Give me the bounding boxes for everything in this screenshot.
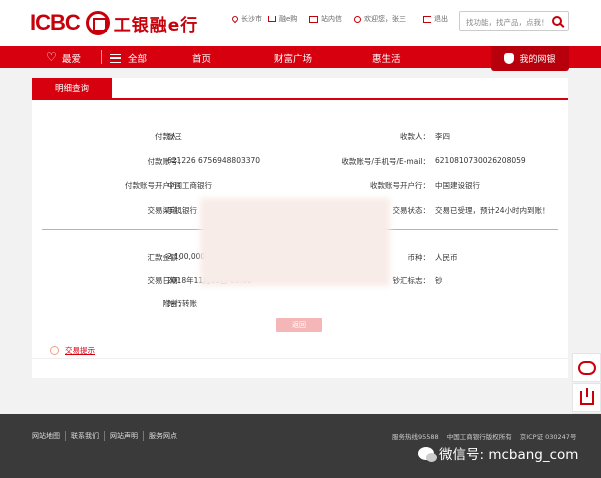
nav-home[interactable]: 首页: [192, 51, 211, 65]
payee-bank-value: 中国建设银行: [435, 181, 480, 190]
transaction-tips[interactable]: 交易提示: [50, 345, 95, 356]
my-bank-button[interactable]: 我的网银: [491, 46, 569, 71]
status-value: 交易已受理，预计24小时内到账！: [435, 206, 550, 215]
wechat-icon: [418, 446, 437, 462]
user-icon: [354, 15, 361, 23]
nav-wealth[interactable]: 财富广场: [274, 51, 312, 65]
inbox-label: 站内信: [321, 15, 342, 23]
note-value: 跨行转账: [167, 299, 197, 308]
inbox-link[interactable]: 站内信: [309, 14, 342, 24]
download-button[interactable]: [572, 383, 601, 412]
icbc-logo[interactable]: ICBC 工银融e行: [30, 10, 198, 36]
icbc-mark-icon: [85, 11, 110, 35]
menu-icon: [110, 53, 121, 63]
shop-label: 融e购: [279, 15, 298, 23]
currency-label: 币种：: [407, 253, 431, 262]
currency-value: 人民币: [435, 253, 458, 262]
payee-account-value: 6210810730026208059: [435, 156, 526, 165]
search-placeholder: 找功能，找产品，点我！: [466, 18, 549, 27]
tab-detail-query[interactable]: 明细查询: [32, 78, 112, 100]
city-selector[interactable]: 长沙市: [230, 14, 262, 24]
nav-favorites-label: 最爱: [62, 54, 82, 65]
tips-divider: [32, 358, 568, 359]
chat-icon: [577, 360, 596, 375]
money-bag-icon: [504, 53, 515, 64]
lightbulb-icon: [50, 346, 59, 355]
main-nav: 最爱 全部 首页 财富广场 惠生活 我的网银: [0, 46, 601, 71]
hotline: 服务热线95588: [392, 433, 439, 441]
tab-bar: 明细查询: [32, 78, 568, 100]
top-bar: ICBC 工银融e行 长沙市 融e购 站内信 欢迎您，张三 退出 找功能，找产品…: [0, 0, 601, 46]
welcome-user[interactable]: 欢迎您，张三: [354, 14, 406, 24]
welcome-label: 欢迎您，张三: [364, 15, 406, 23]
payee-label: 收款人：: [400, 132, 430, 141]
watermark: 微信号: mcbang_com: [418, 443, 578, 463]
search-input[interactable]: 找功能，找产品，点我！: [459, 11, 569, 31]
cash-flag-value: 钞: [435, 276, 443, 285]
channel-value: 手机银行: [167, 206, 197, 215]
nav-favorites[interactable]: 最爱: [46, 50, 82, 66]
search-icon[interactable]: [552, 16, 562, 26]
footer-link-contact[interactable]: 联系我们: [66, 431, 105, 441]
heart-icon: [46, 50, 57, 64]
payee-account-label: 收款账号/手机号/E-mail：: [341, 157, 430, 166]
shop-link[interactable]: 融e购: [268, 14, 297, 24]
nav-home-label: 首页: [192, 54, 212, 65]
payer-account-value: 621226 6756948803370: [167, 156, 261, 165]
payer-value: 张三: [167, 132, 182, 141]
payee-value: 李四: [435, 132, 450, 141]
payer-bank-value: 中国工商银行: [167, 181, 212, 190]
cart-icon: [268, 16, 276, 22]
nav-life-label: 惠生活: [372, 54, 401, 65]
my-bank-label: 我的网银: [519, 55, 556, 65]
cash-flag-label: 钞汇标志：: [392, 276, 431, 285]
nav-all[interactable]: 全部: [110, 51, 147, 65]
footer-info: 服务热线95588 中国工商银行版权所有 京ICP证 030247号: [392, 431, 576, 441]
blur-overlay: [200, 198, 390, 286]
logout-label: 退出: [434, 15, 448, 23]
copyright: 中国工商银行版权所有: [446, 433, 512, 441]
footer-link-branches[interactable]: 服务网点: [144, 431, 182, 441]
tips-label: 交易提示: [65, 346, 95, 355]
logo-cn: 工银融e行: [113, 15, 199, 36]
customer-service-button[interactable]: [572, 353, 601, 382]
icp-number: 京ICP证 030247号: [519, 433, 577, 441]
logout-icon: [423, 15, 431, 23]
footer-link-sitemap[interactable]: 网站地图: [32, 431, 66, 441]
logout-link[interactable]: 退出: [423, 14, 448, 24]
mail-icon: [309, 15, 318, 23]
nav-divider: [101, 50, 102, 64]
city-label: 长沙市: [241, 15, 262, 23]
nav-life[interactable]: 惠生活: [372, 51, 401, 65]
status-label: 交易状态：: [392, 206, 431, 215]
footer-links: 网站地图 联系我们 网站声明 服务网点: [32, 431, 182, 441]
logo-en: ICBC: [30, 10, 81, 35]
watermark-text: 微信号: mcbang_com: [439, 447, 579, 463]
location-pin-icon: [230, 14, 240, 24]
nav-wealth-label: 财富广场: [274, 54, 313, 65]
return-button[interactable]: 返回: [276, 318, 322, 332]
payee-bank-label: 收款账号开户行：: [370, 181, 430, 190]
nav-all-label: 全部: [128, 54, 148, 65]
download-icon: [579, 387, 594, 405]
footer-link-statement[interactable]: 网站声明: [105, 431, 144, 441]
